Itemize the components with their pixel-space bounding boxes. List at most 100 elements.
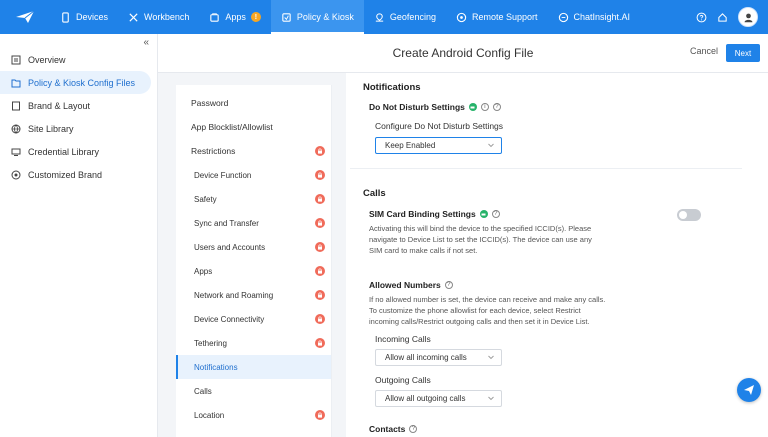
submenu-item-label: Calls: [194, 386, 212, 396]
help-icon[interactable]: [696, 12, 707, 23]
sidebar-item-credential-library[interactable]: Credential Library: [0, 140, 157, 163]
submenu-item-password[interactable]: Password: [176, 91, 331, 115]
dnd-select[interactable]: Keep Enabled: [375, 137, 502, 154]
sidebar-item-label: Policy & Kiosk Config Files: [28, 77, 136, 88]
incoming-calls-select[interactable]: Allow all incoming calls: [375, 349, 502, 366]
config-form: Notifications Do Not Disturb Settings i …: [346, 73, 768, 437]
home-icon[interactable]: [717, 12, 728, 23]
submenu-item-notifications[interactable]: Notifications: [176, 355, 331, 379]
section-divider: [350, 168, 742, 169]
sidebar-item-site-library[interactable]: Site Library: [0, 117, 157, 140]
desc-line: incoming calls/Restrict outgoing calls a…: [369, 317, 590, 326]
help-circle-icon[interactable]: ?: [492, 103, 501, 111]
nav-apps[interactable]: Apps !: [199, 0, 271, 34]
submenu-item-label: Safety: [194, 194, 217, 204]
send-feedback-button[interactable]: [737, 378, 761, 402]
submenu-item-label: Users and Accounts: [194, 242, 266, 252]
lock-icon: [315, 218, 325, 228]
submenu-item-label: Restrictions: [191, 146, 236, 156]
contacts-section-title: Contacts ?: [369, 424, 418, 434]
submenu-item-users-and-accounts[interactable]: Users and Accounts: [176, 235, 331, 259]
allowed-numbers-title: Allowed Numbers ?: [369, 280, 453, 290]
lock-icon: [315, 290, 325, 300]
submenu-item-restrictions[interactable]: Restrictions: [176, 139, 331, 163]
chevron-down-icon: [488, 355, 494, 360]
submenu-item-device-function[interactable]: Device Function: [176, 163, 331, 187]
nav-policy-kiosk[interactable]: Policy & Kiosk: [270, 0, 364, 34]
sim-title-text: SIM Card Binding Settings: [369, 209, 476, 219]
top-nav-bar: Devices Workbench Apps ! Policy & Kiosk …: [0, 0, 768, 34]
avatar[interactable]: [738, 7, 758, 27]
page-title: Create Android Config File: [392, 46, 534, 60]
lock-icon: [315, 338, 325, 348]
chat-icon: [558, 12, 568, 22]
sidebar-item-overview[interactable]: Overview: [0, 48, 157, 71]
chevron-down-icon: [488, 396, 494, 401]
dnd-title: Do Not Disturb Settings i ?: [369, 102, 501, 112]
dnd-label: Configure Do Not Disturb Settings: [375, 121, 504, 131]
config-submenu: Password App Blocklist/Allowlist Restricti…: [176, 85, 332, 437]
submenu-item-calls[interactable]: Calls: [176, 379, 331, 403]
submenu-item-apps[interactable]: Apps: [176, 259, 331, 283]
nav-geofencing[interactable]: Geofencing: [364, 0, 446, 34]
help-circle-icon[interactable]: ?: [491, 210, 500, 218]
chevron-down-icon: [488, 143, 494, 148]
submenu-item-app-blocklist-allowlist[interactable]: App Blocklist/Allowlist: [176, 115, 331, 139]
sim-binding-toggle[interactable]: [677, 209, 701, 221]
lock-icon: [315, 242, 325, 252]
notifications-section-title: Notifications: [363, 82, 421, 93]
device-icon: [62, 11, 69, 23]
nav-devices[interactable]: Devices: [50, 0, 118, 34]
sidebar-item-config-files[interactable]: Policy & Kiosk Config Files: [0, 71, 151, 94]
apps-alert-badge: !: [250, 12, 261, 22]
sidebar-item-label: Customized Brand: [28, 169, 103, 180]
sidebar: « Overview Policy & Kiosk Config Files B…: [0, 34, 158, 437]
collapse-icon[interactable]: «: [143, 37, 149, 48]
lock-icon: [315, 194, 325, 204]
remote-icon: [456, 12, 467, 22]
lock-icon: [315, 410, 325, 420]
sidebar-item-label: Site Library: [28, 123, 74, 134]
submenu-item-label: Tethering: [194, 338, 227, 348]
android-icon: [479, 210, 488, 218]
info-icon[interactable]: i: [480, 103, 489, 111]
sidebar-item-brand-layout[interactable]: Brand & Layout: [0, 94, 157, 117]
send-icon: [744, 385, 754, 395]
sidebar-item-label: Credential Library: [28, 146, 100, 157]
submenu-item-label: Location: [194, 410, 225, 420]
nav-remote-support[interactable]: Remote Support: [446, 0, 548, 34]
submenu-item-label: App Blocklist/Allowlist: [191, 122, 273, 132]
logo-icon[interactable]: [0, 0, 50, 34]
nav-label: Policy & Kiosk: [296, 12, 354, 22]
outgoing-calls-select[interactable]: Allow all outgoing calls: [375, 390, 502, 407]
nav-label: Devices: [76, 12, 109, 22]
nav-workbench[interactable]: Workbench: [118, 0, 199, 34]
help-circle-icon[interactable]: ?: [409, 425, 418, 433]
incoming-select-value: Allow all incoming calls: [385, 353, 467, 362]
submenu-item-sync-and-transfer[interactable]: Sync and Transfer: [176, 211, 331, 235]
sidebar-item-customized-brand[interactable]: Customized Brand: [0, 163, 157, 186]
cancel-button[interactable]: Cancel: [690, 46, 718, 56]
submenu-item-label: Device Connectivity: [194, 314, 265, 324]
allowed-title-text: Allowed Numbers: [369, 280, 441, 290]
submenu-item-network-and-roaming[interactable]: Network and Roaming: [176, 283, 331, 307]
site-icon: [11, 124, 21, 134]
nav-chatinsight[interactable]: ChatInsight.AI: [548, 0, 641, 34]
credential-icon: [11, 148, 21, 156]
dnd-title-text: Do Not Disturb Settings: [369, 102, 465, 112]
desc-line: If no allowed number is set, the device …: [369, 295, 606, 304]
custom-brand-icon: [11, 170, 21, 179]
overview-icon: [11, 55, 21, 64]
allowed-description: If no allowed number is set, the device …: [369, 294, 605, 327]
help-circle-icon[interactable]: ?: [444, 281, 453, 289]
submenu-item-device-connectivity[interactable]: Device Connectivity: [176, 307, 331, 331]
submenu-item-location[interactable]: Location: [176, 403, 331, 427]
submenu-item-label: Sync and Transfer: [194, 218, 259, 228]
next-button[interactable]: Next: [726, 44, 760, 62]
config-files-icon: [11, 79, 21, 87]
lock-icon: [315, 314, 325, 324]
geofence-icon: [375, 12, 384, 22]
desc-line: To customize the phone allowlist for eac…: [369, 306, 581, 315]
submenu-item-tethering[interactable]: Tethering: [176, 331, 331, 355]
submenu-item-safety[interactable]: Safety: [176, 187, 331, 211]
